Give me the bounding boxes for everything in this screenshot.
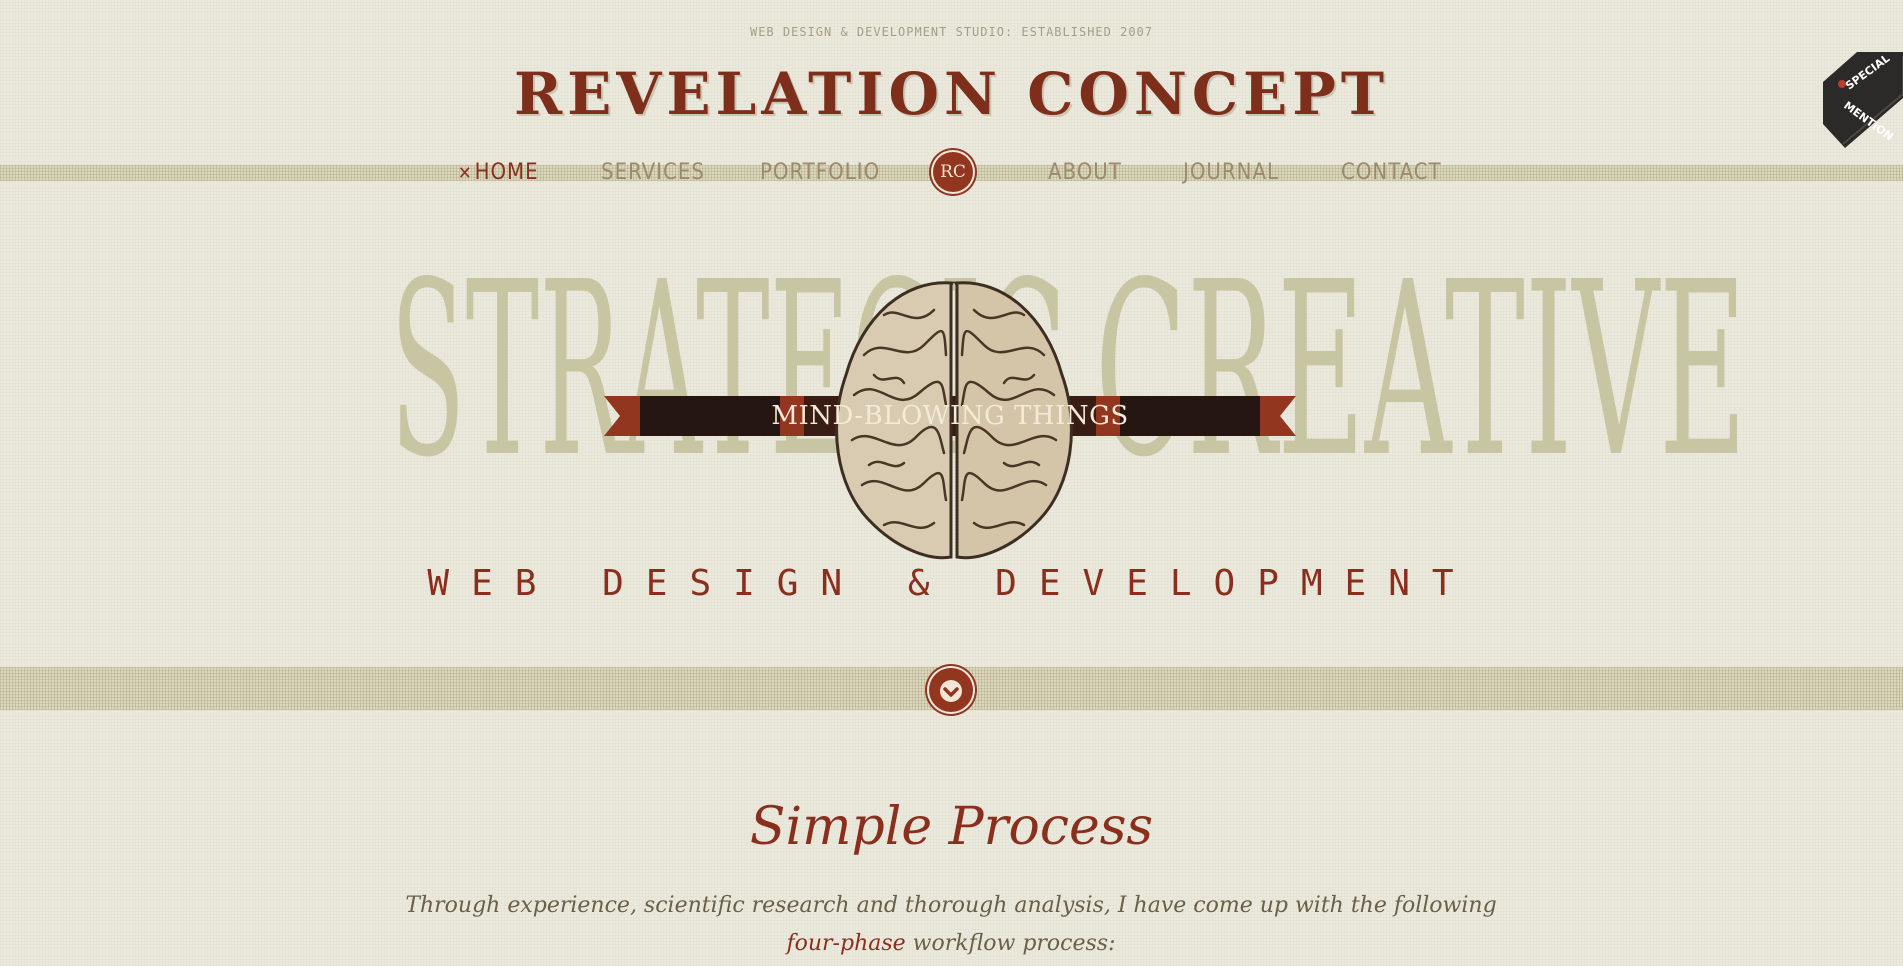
nav-item-home[interactable]: ✕HOME <box>458 160 539 185</box>
nav-item-portfolio[interactable]: PORTFOLIO <box>760 160 880 185</box>
main-nav: ✕HOME SERVICES PORTFOLIO RC ABOUT JOURNA… <box>0 152 1903 196</box>
nav-item-label: HOME <box>474 160 539 185</box>
intro-text-before: Through experience, scientific research … <box>405 893 1497 918</box>
banner-text: MIND-BLOWING THINGS <box>771 401 1129 431</box>
nav-item-label: SERVICES <box>601 160 705 185</box>
active-marker-icon: ✕ <box>458 163 473 184</box>
intro-highlight: four-phase <box>786 931 906 956</box>
chevron-down-icon <box>940 680 962 702</box>
intro-text-after: workflow process: <box>905 931 1116 956</box>
nav-item-label: PORTFOLIO <box>760 160 881 185</box>
nav-item-journal[interactable]: JOURNAL <box>1183 160 1279 185</box>
nav-item-label: JOURNAL <box>1183 160 1280 185</box>
hero-subheading: WEB DESIGN & DEVELOPMENT <box>427 563 1476 604</box>
studio-tagline: WEB DESIGN & DEVELOPMENT STUDIO: ESTABLI… <box>749 25 1153 39</box>
nav-item-about[interactable]: ABOUT <box>1048 160 1122 185</box>
section-title: Simple Process <box>749 797 1154 857</box>
nav-logo-monogram[interactable]: RC <box>933 152 973 192</box>
nav-item-contact[interactable]: CONTACT <box>1341 160 1442 185</box>
site-logo[interactable]: REVELATION CONCEPT <box>0 60 1903 128</box>
special-mention-badge[interactable]: SPECIAL MENTION <box>1823 52 1903 148</box>
nav-item-services[interactable]: SERVICES <box>601 160 705 185</box>
nav-item-label: ABOUT <box>1048 160 1122 185</box>
nav-item-label: CONTACT <box>1341 160 1442 185</box>
process-intro: Through experience, scientific research … <box>398 887 1504 963</box>
hero-word-creative: CREATIVE <box>1095 230 1747 510</box>
scroll-down-button[interactable] <box>929 668 973 712</box>
